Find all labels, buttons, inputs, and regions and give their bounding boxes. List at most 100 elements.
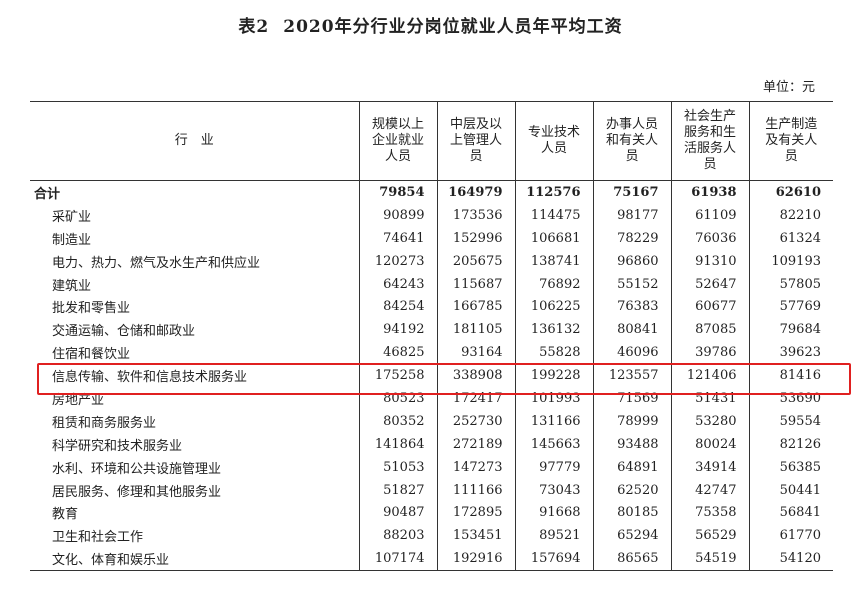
wage-value: 80352: [358, 409, 437, 433]
unit-label: 单位：元: [762, 80, 815, 95]
wage-value: 56385: [748, 455, 833, 479]
wage-value: 61109: [670, 203, 749, 227]
highlight-box: [37, 363, 851, 395]
wage-value: 172895: [436, 501, 515, 525]
wage-value: 62610: [748, 180, 833, 204]
wage-value: 64891: [592, 455, 671, 479]
wage-value: 109193: [748, 249, 833, 273]
wage-value: 84254: [358, 295, 437, 319]
table-row: 制造业 74641 152996 106681 78229 76036 61324: [30, 226, 833, 250]
wage-value: 98177: [592, 203, 671, 227]
wage-value: 56529: [670, 524, 749, 548]
wage-value: 80185: [592, 501, 671, 525]
wage-value: 252730: [436, 409, 515, 433]
table-row: 住宿和餐饮业 46825 93164 55828 46096 39786 39623: [30, 341, 833, 365]
wage-value: 54519: [670, 547, 749, 572]
header-line: 中层及以: [449, 117, 502, 132]
header-line: 人员: [384, 149, 411, 164]
wage-value: 53280: [670, 409, 749, 433]
wage-value: 57805: [748, 272, 833, 296]
header-line: 规模以上: [371, 117, 424, 132]
table-row: 电力、热力、燃气及水生产和供应业 120273 205675 138741 96860 9…: [30, 249, 833, 273]
wage-value: 75167: [592, 180, 671, 204]
industry-name: 交通运输、仓储和邮政业: [52, 324, 196, 340]
header-row: 行 业规模以上 企业就业 人员 中层及以 上管理人员专业技术 人员 办事人员 和有关人员社会生…: [30, 101, 833, 181]
industry-name: 电力、热力、燃气及水生产和供应业: [52, 255, 261, 271]
wage-value: 61938: [670, 180, 749, 204]
wage-value: 46825: [358, 341, 437, 365]
industry-name: 居民服务、修理和其他服务业: [52, 484, 222, 500]
industry-name: 文化、体育和娱乐业: [30, 547, 359, 572]
wage-value: 106681: [514, 226, 593, 250]
wage-value: 153451: [436, 524, 515, 548]
wage-value: 91310: [670, 249, 749, 273]
header-line: 企业就业: [371, 133, 424, 148]
wage-value: 82126: [748, 432, 833, 456]
wage-value: 42747: [670, 478, 749, 502]
wage-value: 90899: [358, 203, 437, 227]
wage-value: 39786: [670, 341, 749, 365]
wage-value: 87085: [670, 318, 749, 342]
header-line: 行 业: [174, 133, 214, 148]
wage-value: 86565: [592, 547, 671, 572]
table-title: 表2 2020年分行业分岗位就业人员年平均工资: [0, 12, 861, 37]
table-row: 卫生和社会工作 88203 153451 89521 65294 56529 61770: [30, 524, 833, 548]
table-row: 批发和零售业 84254 166785 106225 76383 60677 57769: [30, 295, 833, 319]
wage-value: 93488: [592, 432, 671, 456]
wage-value: 112576: [514, 180, 593, 204]
wage-value: 79684: [748, 318, 833, 342]
wage-value: 46096: [592, 341, 671, 365]
wage-value: 54120: [748, 547, 833, 572]
wage-value: 138741: [514, 249, 593, 273]
wage-value: 107174: [358, 547, 437, 572]
table-header: 行 业规模以上 企业就业 人员 中层及以 上管理人员专业技术 人员 办事人员 和有关人员社会生…: [30, 101, 833, 181]
wage-value: 61770: [748, 524, 833, 548]
wage-value: 59554: [748, 409, 833, 433]
header-line: 员: [625, 149, 639, 164]
wage-value: 34914: [670, 455, 749, 479]
wage-value: 74641: [358, 226, 437, 250]
wage-value: 57769: [748, 295, 833, 319]
header-column-5: 社会生产 服务和生 活服务人员: [670, 101, 749, 181]
wage-value: 136132: [514, 318, 593, 342]
wage-value: 94192: [358, 318, 437, 342]
wage-value: 145663: [514, 432, 593, 456]
header-line: 专业技术: [527, 125, 580, 140]
header-line: 员: [703, 157, 717, 172]
header-line: 和有关人: [605, 133, 658, 148]
wage-value: 60677: [670, 295, 749, 319]
wage-value: 152996: [436, 226, 515, 250]
header-line: 社会生产: [683, 109, 736, 124]
table-row: 科学研究和技术服务业 141864 272189 145663 93488 80024 82…: [30, 432, 833, 456]
wage-value: 39623: [748, 341, 833, 365]
wage-value: 147273: [436, 455, 515, 479]
header-line: 员: [784, 149, 798, 164]
header-column-1: 规模以上 企业就业 人员: [358, 101, 437, 181]
wage-value: 82210: [748, 203, 833, 227]
wage-value: 114475: [514, 203, 593, 227]
wage-value: 173536: [436, 203, 515, 227]
header-column-2: 中层及以 上管理人员: [436, 101, 515, 181]
industry-name: 建筑业: [52, 278, 92, 294]
table-title-text: 2020年分行业分岗位就业人员年平均工资: [283, 17, 623, 37]
header-line: 生产制造: [765, 117, 818, 132]
wage-value: 51053: [358, 455, 437, 479]
wage-table: 行 业规模以上 企业就业 人员 中层及以 上管理人员专业技术 人员 办事人员 和有关人员社会生…: [30, 101, 833, 572]
industry-name: 制造业: [52, 232, 92, 248]
table-row: 水利、环境和公共设施管理业 51053 147273 97779 64891 34914 5…: [30, 455, 833, 479]
table-row: 教育 90487 172895 91668 80185 75358 56841: [30, 501, 833, 525]
wage-value: 51827: [358, 478, 437, 502]
wage-value: 73043: [514, 478, 593, 502]
wage-value: 192916: [436, 547, 515, 572]
wage-value: 76383: [592, 295, 671, 319]
wage-value: 55828: [514, 341, 593, 365]
table-row: 建筑业 64243 115687 76892 55152 52647 57805: [30, 272, 833, 296]
header-line: 服务和生: [683, 125, 736, 140]
wage-value: 157694: [514, 547, 593, 572]
wage-value: 50441: [748, 478, 833, 502]
wage-value: 52647: [670, 272, 749, 296]
header-line: 及有关人: [765, 133, 818, 148]
wage-value: 78229: [592, 226, 671, 250]
wage-value: 78999: [592, 409, 671, 433]
wage-value: 93164: [436, 341, 515, 365]
